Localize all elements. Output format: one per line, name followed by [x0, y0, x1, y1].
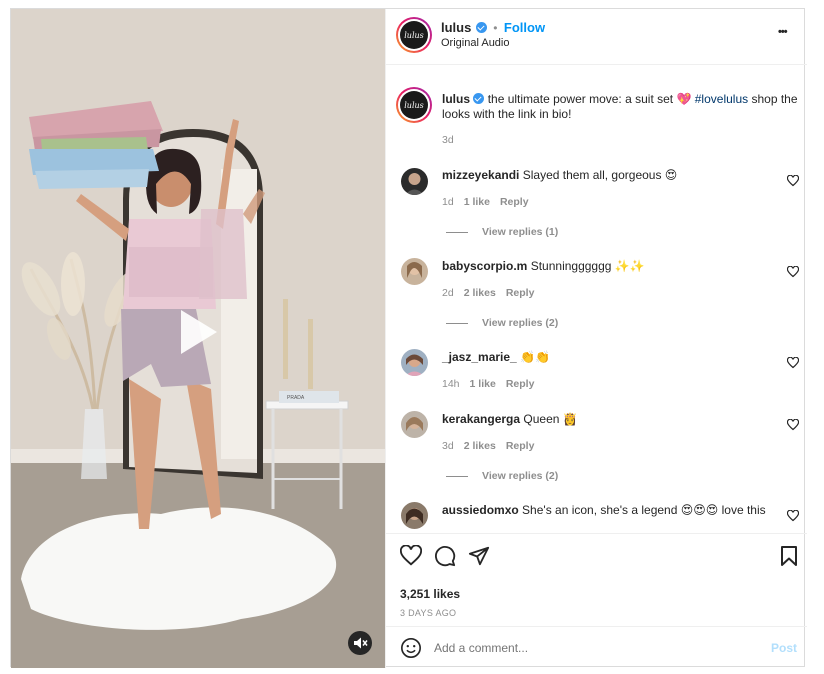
comment-avatar[interactable]	[401, 168, 428, 195]
comment-body: Queen 👸	[523, 412, 578, 426]
comment-input[interactable]	[434, 639, 754, 657]
view-replies-button[interactable]: View replies (1)	[446, 226, 558, 238]
comment-likes[interactable]: 1 like	[470, 378, 496, 390]
view-replies-button[interactable]: View replies (2)	[446, 317, 558, 329]
avatar-logo: lulus	[400, 21, 428, 49]
heart-icon[interactable]	[786, 174, 800, 187]
reply-button[interactable]: Reply	[506, 440, 535, 452]
caption-username[interactable]: lulus	[442, 92, 470, 106]
comment-time: 3d	[442, 440, 454, 452]
comment-text: _jasz_marie_ 👏👏	[442, 350, 772, 365]
more-icon[interactable]: •••	[778, 26, 788, 38]
comment-username[interactable]: aussiedomxo	[442, 503, 519, 517]
verified-icon	[473, 93, 485, 104]
view-replies-button[interactable]: View replies (2)	[446, 470, 558, 482]
comment-username[interactable]: _jasz_marie_	[442, 350, 517, 364]
comment-icon[interactable]	[434, 545, 456, 567]
header-username[interactable]: lulus	[441, 20, 471, 35]
play-icon[interactable]	[171, 306, 223, 358]
post-header: lulus lulus • Follow Original Audio •••	[386, 9, 807, 65]
heart-icon[interactable]	[786, 356, 800, 369]
comment-body: She's an icon, she's a legend 😍😍😍 love t…	[522, 503, 766, 517]
comment-username[interactable]: kerakangerga	[442, 412, 520, 426]
comment-text: aussiedomxo She's an icon, she's a legen…	[442, 503, 772, 518]
comment-username[interactable]: babyscorpio.m	[442, 259, 527, 273]
comment-meta: 14h 1 like Reply	[442, 378, 544, 390]
comment-username[interactable]: mizzeyekandi	[442, 168, 519, 182]
comment-likes[interactable]: 1 like	[464, 196, 490, 208]
comment-avatar[interactable]	[401, 349, 428, 376]
caption-body: the ultimate power move: a suit set 💖	[487, 92, 692, 106]
comment-likes[interactable]: 2 likes	[464, 287, 496, 299]
reply-button[interactable]: Reply	[506, 378, 535, 390]
heart-icon[interactable]	[786, 265, 800, 278]
avatar-logo: lulus	[400, 91, 428, 119]
prada-box-label: PRADA	[287, 395, 305, 401]
comment-time: 1d	[442, 196, 454, 208]
comment-text: babyscorpio.m Stunningggggg ✨✨	[442, 259, 772, 274]
heart-icon[interactable]	[786, 509, 800, 522]
heart-icon[interactable]	[786, 418, 800, 431]
comment-meta: 2d 2 likes Reply	[442, 287, 544, 299]
post-details-panel: lulus lulus • Follow Original Audio ••• …	[385, 9, 807, 668]
comment-body: 👏👏	[520, 350, 550, 364]
comment-time: 14h	[442, 378, 460, 390]
avatar[interactable]: lulus	[396, 17, 432, 53]
mute-icon[interactable]	[348, 631, 372, 655]
share-icon[interactable]	[468, 545, 490, 567]
comment-time: 2d	[442, 287, 454, 299]
separator-dot: •	[493, 21, 498, 35]
post-actions: 3,251 likes 3 DAYS AGO	[386, 533, 807, 625]
comments-list[interactable]: lulus lulus the ultimate power move: a s…	[386, 66, 807, 532]
comment-avatar[interactable]	[401, 411, 428, 438]
hashtag-link[interactable]: #lovelulus	[695, 92, 748, 106]
reply-button[interactable]: Reply	[500, 196, 529, 208]
caption-text: lulus the ultimate power move: a suit se…	[442, 92, 800, 122]
post-date: 3 DAYS AGO	[400, 608, 457, 618]
emoji-icon[interactable]	[400, 637, 422, 659]
comment-avatar[interactable]	[401, 502, 428, 529]
bookmark-icon[interactable]	[779, 545, 799, 567]
caption-time: 3d	[442, 134, 454, 146]
likes-count[interactable]: 3,251 likes	[400, 587, 460, 601]
comment-body: Stunningggggg ✨✨	[530, 259, 645, 273]
post-button[interactable]: Post	[771, 641, 797, 655]
add-comment-bar: Post	[386, 626, 807, 668]
comment-text: kerakangerga Queen 👸	[442, 412, 772, 427]
caption-avatar[interactable]: lulus	[396, 87, 432, 123]
verified-icon	[475, 22, 487, 33]
comment-meta: 1d 1 like Reply	[442, 196, 539, 208]
comment-body: Slayed them all, gorgeous 😍	[522, 168, 678, 182]
comment-likes[interactable]: 2 likes	[464, 440, 496, 452]
heart-icon[interactable]	[399, 544, 423, 567]
reply-button[interactable]: Reply	[506, 287, 535, 299]
original-audio-link[interactable]: Original Audio	[441, 37, 510, 49]
video-player[interactable]: PRADA	[11, 9, 385, 668]
comment-text: mizzeyekandi Slayed them all, gorgeous 😍	[442, 168, 772, 183]
comment-avatar[interactable]	[401, 258, 428, 285]
comment-meta: 3d 2 likes Reply	[442, 440, 544, 452]
follow-button[interactable]: Follow	[504, 20, 545, 35]
post-card: PRADA lulus lulus • Follow Original Audi…	[10, 8, 807, 668]
